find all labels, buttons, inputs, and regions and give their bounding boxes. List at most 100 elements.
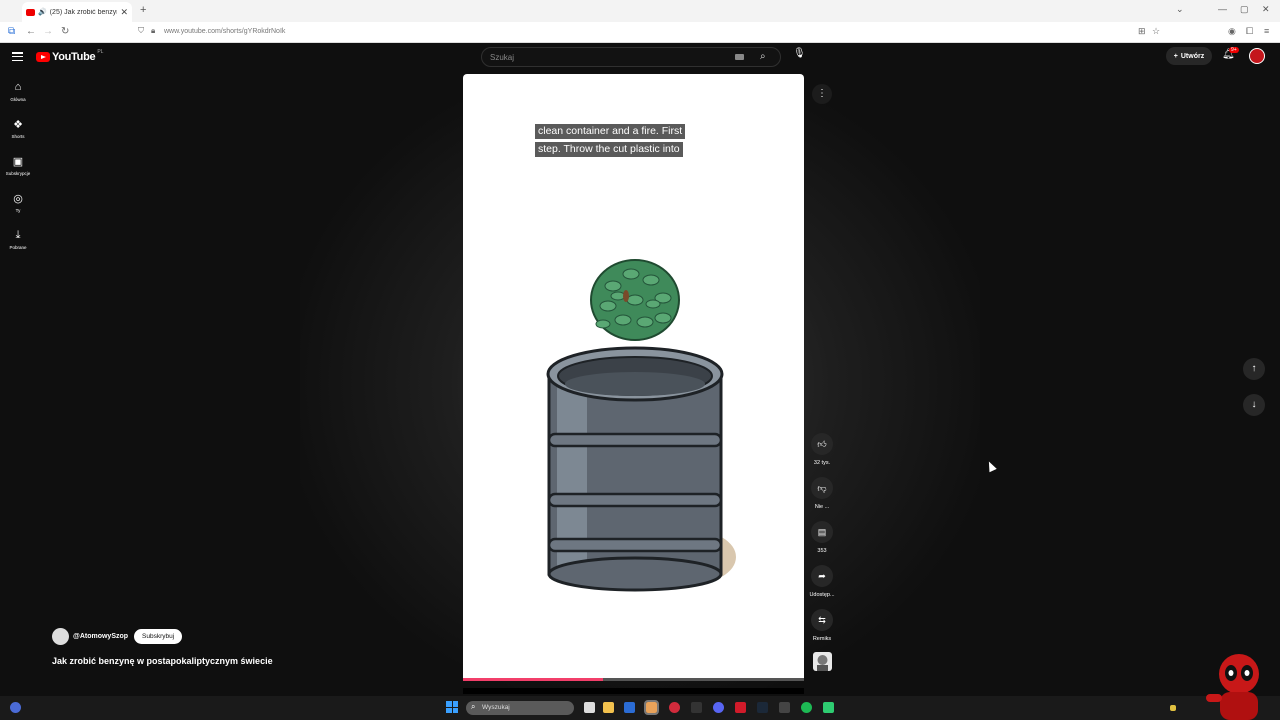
taskbar-search[interactable]: ⌕ Wyszukaj: [466, 701, 574, 715]
back-arrow-icon[interactable]: ←: [26, 26, 36, 37]
metal-barrel: [546, 346, 724, 592]
lock-icon[interactable]: 🔒︎: [151, 26, 155, 36]
maximize-button[interactable]: ▢: [1240, 4, 1249, 15]
logo-text: YouTube: [52, 51, 96, 63]
amd-icon[interactable]: [735, 702, 746, 713]
microphone-icon[interactable]: 🎙︎: [793, 48, 806, 64]
tab-title: (25) Jak zrobić benzynę w p: [49, 8, 118, 16]
notifications-bell-icon[interactable]: 🔔︎ 9+: [1222, 47, 1239, 63]
like-action[interactable]: 👍︎ 32 tys.: [803, 433, 841, 466]
comment-icon[interactable]: ▤: [811, 521, 833, 543]
share-action[interactable]: ➦ Udostęp...: [803, 565, 841, 598]
thumbs-up-icon[interactable]: 👍︎: [811, 433, 833, 455]
app-icon-2[interactable]: [779, 702, 790, 713]
file-explorer-icon[interactable]: [603, 702, 614, 713]
sidebar-item-shorts[interactable]: ❖ Shorts: [0, 118, 36, 139]
bookmark-star-icon[interactable]: ☆: [1152, 26, 1160, 37]
sidebar-item-label: Pobrane: [9, 245, 27, 250]
speaker-icon[interactable]: 🔊: [38, 8, 47, 16]
channel-row: @AtomowySzop Subskrybuj: [52, 628, 183, 645]
url-field[interactable]: www.youtube.com/shorts/gYRokdrNoIk: [164, 28, 285, 35]
share-icon[interactable]: ➦: [811, 565, 833, 587]
task-view-icon[interactable]: [584, 702, 595, 713]
deadpool-mascot-icon: [1206, 654, 1259, 720]
chat-app-icon[interactable]: [823, 702, 834, 713]
shield-icon[interactable]: ⛉: [138, 26, 144, 36]
remix-label: Remiks: [812, 636, 832, 642]
share-label: Udostęp...: [809, 592, 835, 598]
sidebar-item-downloads[interactable]: ⤓ Pobrane: [0, 229, 36, 250]
discord-icon[interactable]: [713, 702, 724, 713]
browser-tab-bar: 🔊 (25) Jak zrobić benzynę w p ✕ + ⌄ — ▢ …: [0, 0, 1280, 22]
translate-icon[interactable]: ⊞: [1138, 26, 1146, 37]
channel-avatar[interactable]: [52, 628, 69, 645]
tab-list-chevron-icon[interactable]: ⌄: [1176, 4, 1184, 15]
taskbar-search-icon: ⌕: [471, 702, 476, 711]
extensions-icon[interactable]: ⧠: [1246, 26, 1253, 37]
sound-source-thumbnail[interactable]: [813, 652, 832, 671]
hamburger-menu-icon[interactable]: [12, 52, 23, 62]
search-box[interactable]: Szukaj ⌕: [481, 47, 781, 67]
comments-action[interactable]: ▤ 353: [803, 521, 841, 554]
channel-handle[interactable]: @AtomowySzop: [73, 633, 128, 640]
windows-start-icon[interactable]: [446, 701, 458, 713]
keyboard-icon[interactable]: [735, 54, 744, 60]
reload-icon[interactable]: ↻: [61, 26, 69, 37]
taskbar-search-input[interactable]: Wyszukaj: [482, 704, 510, 711]
steam-icon[interactable]: [757, 702, 768, 713]
account-avatar[interactable]: [1249, 48, 1265, 64]
sidebar-item-subscriptions[interactable]: ▣ Subskrypcje: [0, 155, 36, 176]
home-icon: ⌂: [14, 81, 22, 93]
shorts-icon: ❖: [13, 119, 23, 131]
remix-icon[interactable]: ⇆: [811, 609, 833, 631]
subscribe-button[interactable]: Subskrybuj: [134, 629, 183, 644]
windows-taskbar: ⌕ Wyszukaj: [0, 696, 1280, 720]
subscriptions-icon: ▣: [12, 156, 24, 168]
video-title[interactable]: Jak zrobić benzynę w postapokaliptycznym…: [52, 656, 273, 666]
browser-tab[interactable]: 🔊 (25) Jak zrobić benzynę w p ✕: [22, 2, 132, 22]
next-video-down-arrow-icon[interactable]: ↓: [1243, 394, 1265, 416]
app-icon[interactable]: [691, 702, 702, 713]
spotify-icon[interactable]: [801, 702, 812, 713]
youtube-header: YouTube PL Szukaj ⌕: [0, 43, 1280, 73]
tray-icon[interactable]: [1170, 705, 1176, 711]
remix-action[interactable]: ⇆ Remiks: [803, 609, 841, 642]
widgets-icon[interactable]: [10, 702, 21, 713]
firefox-icon[interactable]: [644, 700, 659, 715]
dislike-label: Nie ...: [814, 504, 830, 510]
more-options-icon[interactable]: ⋮: [812, 84, 832, 104]
close-window-button[interactable]: ✕: [1262, 4, 1270, 15]
sidebar-item-label: Shorts: [11, 134, 25, 139]
comment-count: 353: [817, 548, 827, 554]
create-button[interactable]: + Utwórz: [1166, 47, 1212, 65]
thumbs-down-icon[interactable]: 👎︎: [811, 477, 833, 499]
profile-icon[interactable]: ◉: [1228, 26, 1236, 37]
new-tab-button[interactable]: +: [140, 4, 146, 16]
youtube-favicon-icon: [26, 8, 35, 16]
search-input[interactable]: Szukaj: [490, 53, 514, 62]
opera-icon[interactable]: [669, 702, 680, 713]
tab-close-icon[interactable]: ✕: [120, 7, 128, 18]
shorts-video[interactable]: clean container and a fire. First step. …: [463, 74, 804, 681]
dislike-action[interactable]: 👎︎ Nie ...: [803, 477, 841, 510]
player-bottom-bar: [463, 688, 804, 694]
youtube-play-icon: [36, 52, 50, 62]
country-code: PL: [97, 49, 104, 55]
store-icon[interactable]: [624, 702, 635, 713]
minimize-button[interactable]: —: [1218, 4, 1227, 14]
sidebar-item-label: Główna: [10, 97, 26, 102]
sidebar-item-you[interactable]: ◎ Ty: [0, 192, 36, 213]
plant-bush: [590, 259, 680, 341]
previous-video-up-arrow-icon[interactable]: ↑: [1243, 358, 1265, 380]
mouse-cursor-icon: [985, 459, 997, 473]
youtube-logo[interactable]: YouTube PL: [36, 49, 104, 63]
browser-menu-icon[interactable]: ≡: [1264, 26, 1269, 36]
forward-arrow-icon[interactable]: →: [43, 26, 53, 37]
sidebar-item-home[interactable]: ⌂ Główna: [0, 81, 36, 102]
sidebar-toggle-icon[interactable]: ⧉: [8, 26, 15, 37]
search-icon[interactable]: ⌕: [760, 51, 766, 62]
video-progress-bar[interactable]: [463, 678, 804, 681]
notification-badge: 9+: [1229, 47, 1239, 53]
like-count: 32 tys.: [813, 460, 831, 466]
sidebar-item-label: Subskrypcje: [5, 171, 31, 176]
